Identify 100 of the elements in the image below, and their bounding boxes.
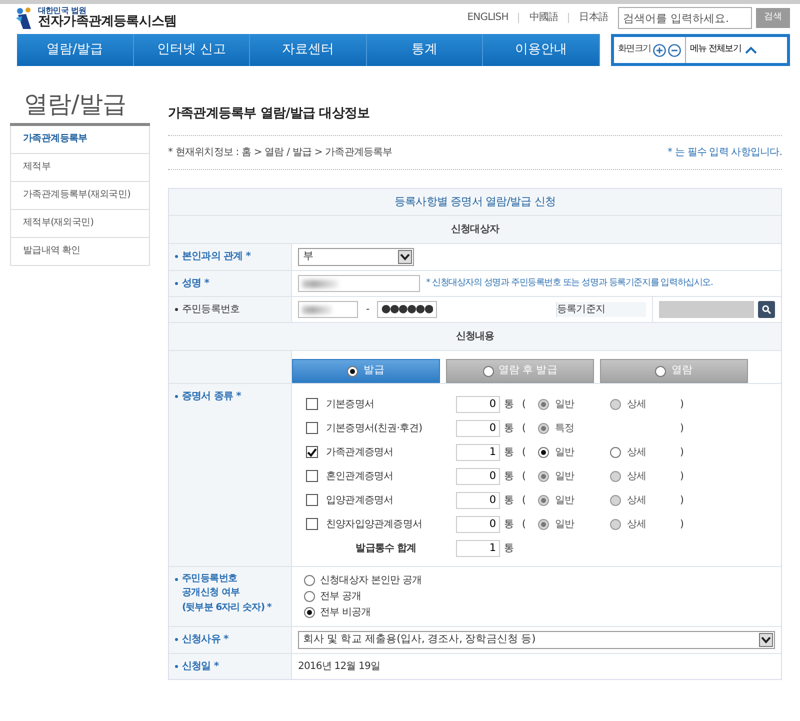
nav-item[interactable]: 자료센터 — [250, 34, 367, 66]
certificate-label: 가족관계증명서 — [326, 446, 394, 460]
option-label: 상세 — [627, 446, 646, 460]
logo-icon[interactable] — [14, 6, 34, 30]
menu-toggle[interactable]: 메뉴 전체보기 — [686, 37, 762, 63]
option-label: 일반 — [555, 518, 574, 532]
sidebar-item[interactable]: 가족관계등록부(재외국민) — [10, 182, 150, 210]
sidebar-item[interactable]: 제적부(재외국민) — [10, 210, 150, 238]
checkbox[interactable] — [306, 446, 318, 458]
count-field[interactable]: 0 — [456, 516, 500, 532]
paren-text: ( — [522, 446, 527, 460]
count-field[interactable]: 0 — [456, 492, 500, 508]
language-link[interactable]: 中國語 — [518, 13, 568, 23]
count-field[interactable]: 0 — [456, 468, 500, 484]
blurred-value — [302, 280, 338, 288]
section-title: 신청대상자 — [169, 215, 781, 243]
option-label: 일반 — [555, 446, 574, 460]
certificate-label: 기본증명서 — [326, 398, 374, 412]
required-note: * 는 필수 입력 사항입니다. — [668, 146, 782, 160]
bullet-icon — [175, 665, 178, 668]
option-label: 상세 — [627, 398, 646, 412]
checkbox[interactable] — [306, 494, 318, 506]
search-button[interactable] — [758, 301, 775, 318]
bullet-icon — [175, 282, 178, 285]
option-label: 전부 비공개 — [320, 606, 371, 620]
unit-label: 통 — [503, 518, 515, 532]
count-field[interactable]: 1 — [456, 444, 500, 460]
paren-text: ) — [680, 518, 685, 532]
nav-item[interactable]: 이용안내 — [483, 34, 600, 66]
input-field[interactable] — [659, 301, 754, 318]
sidebar-item[interactable]: 제적부 — [10, 154, 150, 182]
paren-text: ) — [680, 398, 685, 412]
paren-text: ( — [522, 494, 527, 508]
paren-text: ( — [522, 470, 527, 484]
radio-button[interactable] — [304, 591, 315, 602]
unit-label: 통 — [503, 542, 515, 556]
checkbox[interactable] — [306, 422, 318, 434]
certificate-label: 입양관계증명서 — [326, 494, 394, 508]
count-field[interactable]: 1 — [456, 540, 500, 556]
radio-button[interactable] — [538, 446, 549, 458]
bullet-icon — [175, 395, 178, 398]
bullet-icon — [175, 638, 178, 641]
bullet-icon — [175, 255, 178, 258]
unit-label: 통 — [503, 422, 515, 436]
certificate-label: 기본증명서(친권·후견) — [326, 422, 422, 436]
breadcrumb: * 현재위치정보 : 홈 > 열람 / 발급 > 가족관계등록부 — [168, 146, 392, 160]
option-label: 일반 — [555, 494, 574, 508]
count-field[interactable]: 0 — [456, 420, 500, 436]
field-label: 본인과의 관계 * — [182, 250, 251, 264]
zoom-out-icon[interactable] — [668, 44, 681, 56]
sidebar-item[interactable]: 가족관계등록부 — [10, 126, 150, 154]
select-field[interactable]: 회사 및 학교 제출용(입사, 경조사, 장학금신청 등) — [298, 631, 775, 649]
radio-button[interactable] — [304, 575, 315, 586]
select-field[interactable]: 부 — [298, 248, 414, 266]
paren-text: ) — [680, 422, 685, 436]
field-label: 증명서 종류 * — [182, 390, 241, 404]
language-link[interactable]: ENGLISH — [457, 13, 518, 23]
nav-item[interactable]: 열람/발급 — [17, 34, 134, 66]
paren-text: ( — [522, 422, 527, 436]
radio-button[interactable] — [304, 607, 315, 618]
site-title[interactable]: 전자가족관계등록시스템 — [38, 14, 177, 30]
count-field[interactable]: 0 — [456, 396, 500, 412]
page-title: 가족관계등록부 열람/발급 대상정보 — [168, 104, 782, 136]
option-label: 상세 — [627, 470, 646, 484]
field-label: 신청일 * — [182, 660, 219, 674]
search-icon — [762, 305, 771, 314]
checkbox[interactable] — [306, 470, 318, 482]
unit-label: 통 — [503, 398, 515, 412]
nav-item[interactable]: 인터넷 신고 — [134, 34, 250, 66]
zoom-in-icon[interactable] — [652, 44, 666, 56]
paren-text: ) — [680, 470, 685, 484]
checkbox[interactable] — [306, 398, 318, 410]
input-field[interactable] — [298, 301, 358, 318]
checkbox[interactable] — [306, 518, 318, 530]
unit-label: 통 — [503, 446, 515, 460]
zoom-label: 화면크기 — [618, 43, 651, 56]
option-label: 특정 — [555, 422, 574, 436]
blurred-value — [302, 306, 332, 314]
bullet-icon — [175, 308, 178, 311]
unit-label: 통 — [503, 470, 515, 484]
paren-text: ( — [522, 398, 527, 412]
input-field[interactable]: ●●●●●● — [377, 301, 438, 318]
date-text: 2016년 12월 19일 — [298, 660, 380, 674]
nav-item[interactable]: 통계 — [366, 34, 484, 66]
form-title: 등록사항별 증명서 열람/발급 신청 — [394, 194, 556, 210]
option-label: 신청대상자 본인만 공개 — [320, 574, 422, 588]
option-label: 상세 — [627, 518, 646, 532]
sidebar-item[interactable]: 발급내역 확인 — [10, 238, 150, 266]
certificate-label: 혼인관계증명서 — [326, 470, 394, 484]
option-label: 일반 — [555, 398, 574, 412]
field-label: 성명 * — [182, 277, 210, 291]
field-label: 주민등록번호 공개신청 여부 (뒷부분 6자리 숫자) * — [182, 572, 271, 614]
input-field[interactable] — [298, 275, 420, 292]
unit-label: 통 — [503, 494, 515, 508]
field-label: 신청사유 * — [182, 633, 228, 647]
paren-text: ( — [522, 518, 527, 532]
search-field[interactable]: 검색어를 입력하세요. — [618, 7, 752, 29]
field-label: 등록기준지 — [557, 304, 606, 315]
section-title: 신청내용 — [169, 322, 781, 350]
radio-button[interactable] — [610, 446, 621, 458]
